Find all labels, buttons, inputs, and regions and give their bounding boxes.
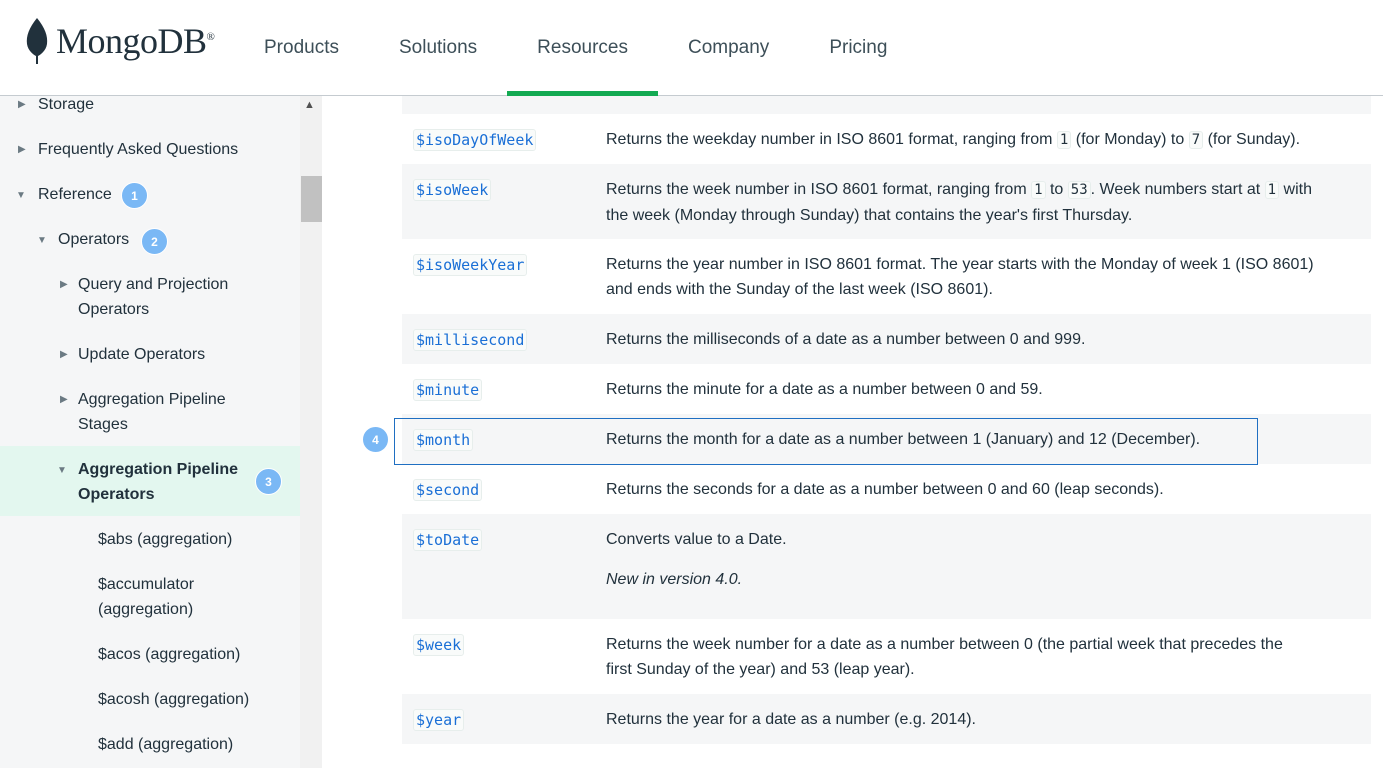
sidebar-item-label: Aggregation Pipeline xyxy=(78,461,239,478)
table-row: $year Returns the year for a date as a n… xyxy=(402,694,1371,744)
caret-down-icon[interactable]: ▼ xyxy=(16,190,26,201)
caret-right-icon[interactable]: ▶ xyxy=(60,279,68,290)
caret-right-icon[interactable]: ▶ xyxy=(60,394,68,405)
step-badge-4: 4 xyxy=(362,426,389,453)
caret-down-icon[interactable]: ▼ xyxy=(37,235,47,246)
operator-description: Returns the week number for a date as a … xyxy=(606,636,1283,678)
operator-description: Returns the year number in ISO 8601 form… xyxy=(606,256,1314,298)
sidebar-item-update-operators[interactable]: Update Operators xyxy=(78,342,205,367)
operator-link[interactable]: $isoWeek xyxy=(413,179,492,201)
top-header: MongoDB® Products Solutions Resources Co… xyxy=(0,0,1383,97)
operator-description: Returns the year for a date as a number … xyxy=(606,711,976,728)
sidebar-item-label: (aggregation) xyxy=(98,601,194,618)
docs-sidebar: ▶ Storage ▶ Frequently Asked Questions ▼… xyxy=(0,96,300,768)
operator-link[interactable]: $millisecond xyxy=(413,329,528,351)
sidebar-item-label: Aggregation Pipeline xyxy=(78,391,226,408)
operator-description: Returns the minute for a date as a numbe… xyxy=(606,381,1043,398)
step-badge-2: 2 xyxy=(141,228,168,255)
sidebar-item-label: Stages xyxy=(78,416,128,433)
sidebar-item-query-projection[interactable]: Query and Projection Operators xyxy=(78,272,228,322)
sidebar-item-acos[interactable]: $acos (aggregation) xyxy=(98,642,240,667)
table-row: $week Returns the week number for a date… xyxy=(402,619,1371,694)
operator-description: Returns the milliseconds of a date as a … xyxy=(606,331,1086,348)
operator-link[interactable]: $year xyxy=(413,709,465,731)
sidebar-item-label: Query and Projection xyxy=(78,276,229,293)
sidebar-item-add[interactable]: $add (aggregation) xyxy=(98,732,233,757)
leaf-icon xyxy=(26,18,48,64)
operator-link[interactable]: $toDate xyxy=(413,529,483,551)
mongodb-logo[interactable]: MongoDB® xyxy=(26,18,215,64)
sidebar-item-label: Operators xyxy=(78,301,150,318)
sidebar-item-pipeline-stages[interactable]: Aggregation Pipeline Stages xyxy=(78,387,226,437)
nav-resources[interactable]: Resources xyxy=(507,0,658,97)
sidebar-item-accumulator[interactable]: $accumulator (aggregation) xyxy=(98,572,194,622)
table-row: $second Returns the seconds for a date a… xyxy=(402,464,1371,514)
sidebar-scrollbar-thumb[interactable] xyxy=(301,176,322,222)
main-nav: Products Solutions Resources Company Pri… xyxy=(234,0,917,97)
sidebar-item-storage[interactable]: Storage xyxy=(38,96,94,117)
operator-description: Returns the seconds for a date as a numb… xyxy=(606,481,1164,498)
nav-solutions[interactable]: Solutions xyxy=(369,0,507,96)
table-row: $isoDayOfWeek Returns the weekday number… xyxy=(402,114,1371,164)
sidebar-item-label: Operators xyxy=(78,486,155,503)
sidebar-item-pipeline-operators[interactable]: Aggregation Pipeline Operators xyxy=(78,457,238,507)
table-row: $toDate Converts value to a Date. New in… xyxy=(402,514,1371,619)
sidebar-item-faq[interactable]: Frequently Asked Questions xyxy=(38,137,238,162)
table-row xyxy=(402,96,1371,114)
sidebar-item-acosh[interactable]: $acosh (aggregation) xyxy=(98,687,249,712)
brand-name: MongoDB® xyxy=(56,21,215,61)
table-row: $millisecond Returns the milliseconds of… xyxy=(402,314,1371,364)
nav-pricing[interactable]: Pricing xyxy=(799,0,917,96)
sidebar-item-label: $accumulator xyxy=(98,576,195,593)
table-row: $isoWeekYear Returns the year number in … xyxy=(402,239,1371,314)
operator-description: Returns the weekday number in ISO 8601 f… xyxy=(606,131,1301,149)
caret-down-icon[interactable]: ▼ xyxy=(57,465,67,476)
caret-right-icon[interactable]: ▶ xyxy=(18,144,26,155)
scroll-up-arrow-icon[interactable]: ▲ xyxy=(304,99,315,111)
step-badge-3: 3 xyxy=(255,468,282,495)
version-note: New in version 4.0. xyxy=(606,571,743,588)
caret-right-icon[interactable]: ▶ xyxy=(18,99,26,110)
operator-link[interactable]: $isoWeekYear xyxy=(413,254,528,276)
nav-company[interactable]: Company xyxy=(658,0,799,96)
step-badge-1: 1 xyxy=(121,182,148,209)
table-row: $isoWeek Returns the week number in ISO … xyxy=(402,164,1371,239)
table-row: $minute Returns the minute for a date as… xyxy=(402,364,1371,414)
sidebar-item-reference[interactable]: Reference xyxy=(38,182,112,207)
sidebar-item-abs[interactable]: $abs (aggregation) xyxy=(98,527,232,552)
sidebar-item-operators[interactable]: Operators xyxy=(58,227,129,252)
operator-description: Returns the week number in ISO 8601 form… xyxy=(606,181,1312,224)
operator-link[interactable]: $week xyxy=(413,634,465,656)
caret-right-icon[interactable]: ▶ xyxy=(60,349,68,360)
highlight-box xyxy=(394,418,1258,465)
nav-products[interactable]: Products xyxy=(234,0,369,96)
operator-link[interactable]: $isoDayOfWeek xyxy=(413,129,537,151)
operator-description: Converts value to a Date. xyxy=(606,531,787,548)
operator-link[interactable]: $minute xyxy=(413,379,483,401)
operator-link[interactable]: $second xyxy=(413,479,483,501)
